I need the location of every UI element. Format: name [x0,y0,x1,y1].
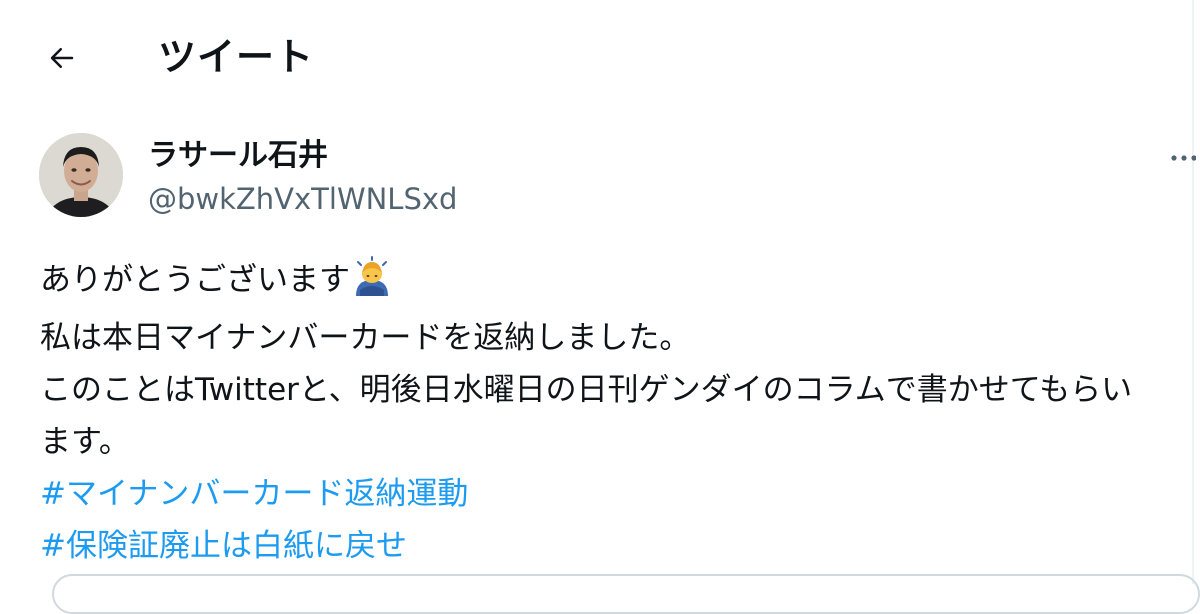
author-handle[interactable]: @bwkZhVxTlWNLSxd [148,178,457,220]
tweet-line: 私は本日マイナンバーカードを返納しました。 [40,320,691,356]
tweet-line: ます。 [40,424,130,460]
tweet-line: ありがとうございます [40,254,1190,312]
arrow-left-icon [50,48,74,68]
tweet-line: このことはTwitterと、明後日水曜日の日刊ゲンダイのコラムで書かせてもらい [40,372,1133,408]
avatar-photo [39,133,123,217]
avatar[interactable] [39,133,123,217]
more-options-button[interactable] [1164,142,1196,174]
back-button[interactable] [40,36,84,80]
author-display-name[interactable]: ラサール石井 [148,134,328,178]
more-dots-icon [1171,155,1196,161]
hashtag-link[interactable]: #マイナンバーカード返納運動 [40,468,1190,520]
hashtag-link[interactable]: #保険証廃止は白紙に戻せ [40,520,1190,572]
page-title: ツイート [158,35,315,79]
bowing-man-icon [352,256,392,312]
reply-input-box[interactable] [52,574,1200,614]
tweet-header: ツイート [0,0,1200,112]
tweet-text: ありがとうございます 私は本日マイナンバーカードを返納しました。 このことはTw… [40,254,1190,572]
